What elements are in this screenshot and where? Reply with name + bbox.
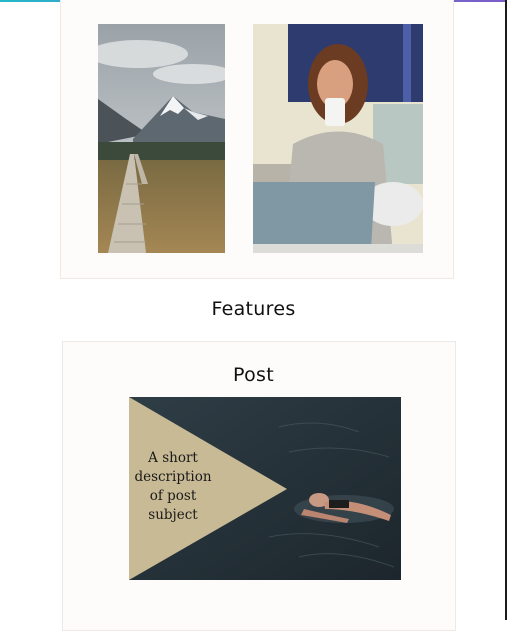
woman-laptop-image bbox=[253, 24, 423, 253]
post-title: Post bbox=[233, 364, 274, 386]
mountain-boardwalk-image bbox=[98, 24, 225, 253]
post-overlay-description: A short description of post subject bbox=[134, 450, 212, 523]
features-heading: Features bbox=[211, 298, 296, 320]
